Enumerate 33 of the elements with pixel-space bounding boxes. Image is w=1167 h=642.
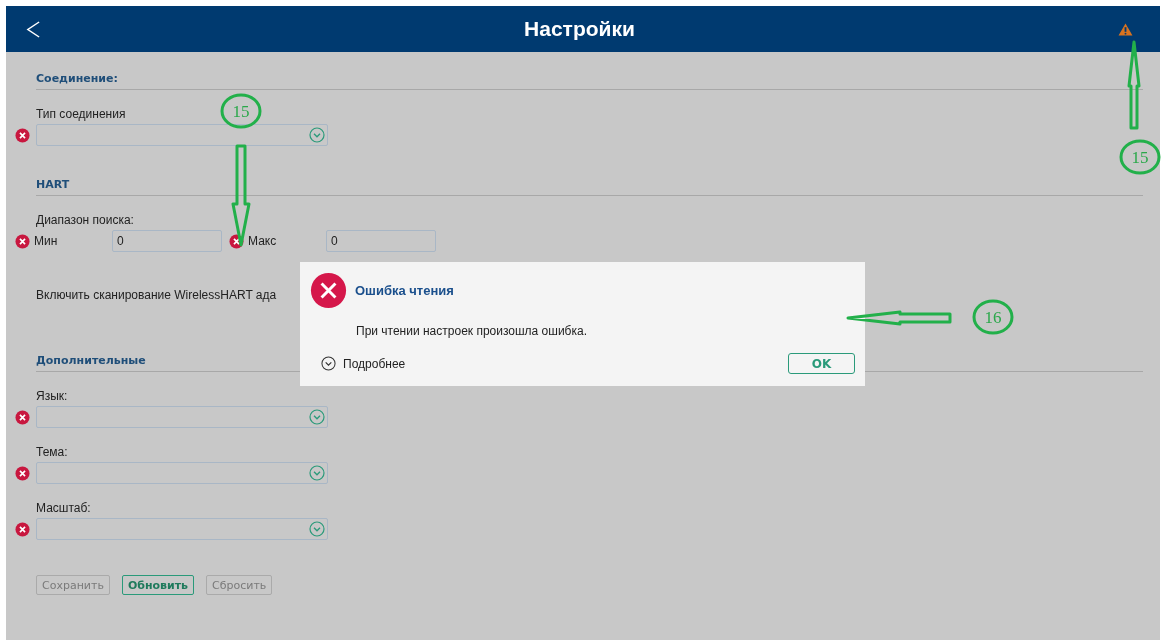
back-icon[interactable] xyxy=(26,19,41,39)
page-title: Настройки xyxy=(524,17,635,41)
option-label: Включить сканирование WirelessHART ада xyxy=(36,288,277,302)
dialog-title: Ошибка чтения xyxy=(355,283,454,298)
dropdown-field[interactable] xyxy=(36,518,328,540)
section-heading: HART xyxy=(36,178,1143,196)
section-heading: Соединение: xyxy=(36,72,1143,90)
callout-number: 16 xyxy=(972,299,1014,335)
chevron-down-icon xyxy=(309,409,325,425)
chevron-down-icon xyxy=(309,465,325,481)
dropdown-field[interactable] xyxy=(36,462,328,484)
field-label: Масштаб: xyxy=(36,501,91,515)
number-field[interactable]: 0 xyxy=(112,230,222,252)
field-label: Тема: xyxy=(36,445,68,459)
number-field[interactable]: 0 xyxy=(326,230,436,252)
field-label: Тип соединения xyxy=(36,107,126,121)
error-icon xyxy=(310,272,347,309)
callout-number: 15 xyxy=(1119,139,1161,175)
action-button[interactable]: Обновить xyxy=(121,575,195,595)
chevron-down-icon xyxy=(309,521,325,537)
field-label: Диапазон поиска: xyxy=(36,213,134,227)
dropdown-field[interactable] xyxy=(36,406,328,428)
chevron-down-icon[interactable] xyxy=(321,356,336,371)
ok-button[interactable]: OK xyxy=(788,353,855,374)
warning-icon[interactable] xyxy=(1118,22,1133,36)
field-label: Мин xyxy=(34,234,59,248)
dialog-message: При чтении настроек произошла ошибка. xyxy=(356,324,589,338)
chevron-down-icon xyxy=(309,127,325,143)
dropdown-field[interactable] xyxy=(36,124,328,146)
field-label: Макс xyxy=(248,234,278,248)
callout-number: 15 xyxy=(220,93,262,129)
details-toggle[interactable]: Подробнее xyxy=(343,356,406,371)
field-label: Язык: xyxy=(36,389,68,403)
